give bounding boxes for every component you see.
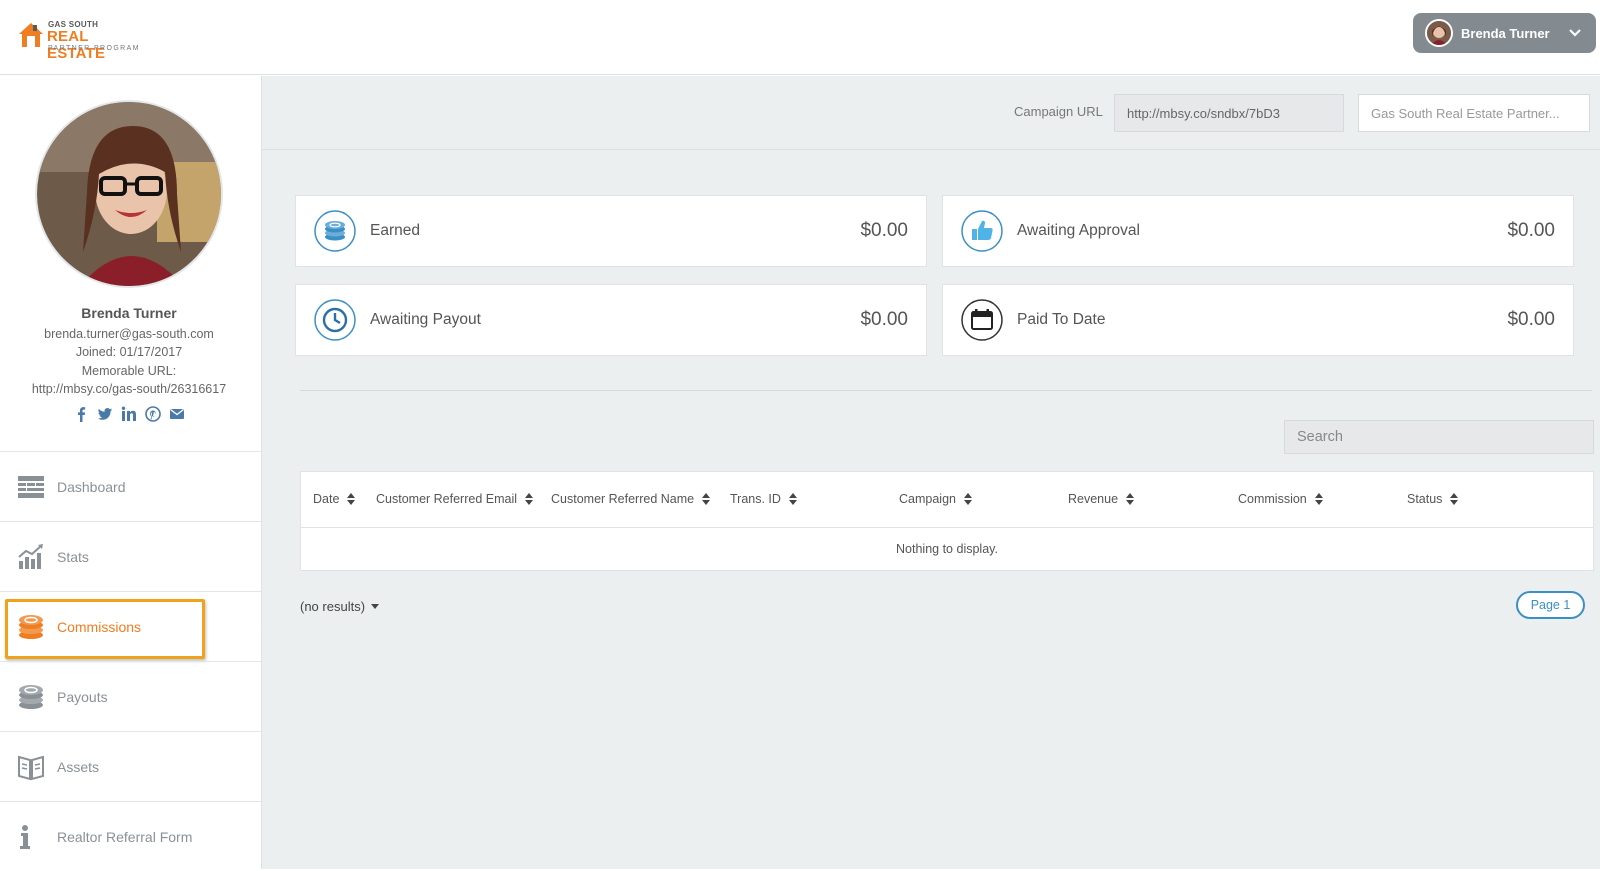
card-value: $0.00 (1507, 220, 1555, 241)
table-header: Date Customer Referred Email Customer Re… (301, 472, 1593, 528)
sort-icon (1450, 493, 1459, 505)
column-header-trans-id[interactable]: Trans. ID (730, 492, 797, 506)
profile-name: Brenda Turner (81, 305, 177, 321)
column-header-commission[interactable]: Commission (1238, 492, 1323, 506)
stats-icon (18, 543, 43, 569)
campaign-url-label: Campaign URL (1014, 104, 1103, 119)
sidebar-item-assets[interactable]: Assets (0, 731, 261, 801)
profile-avatar (35, 100, 223, 288)
awaiting-payout-card: Awaiting Payout $0.00 (295, 284, 927, 356)
commissions-table: Date Customer Referred Email Customer Re… (300, 471, 1594, 571)
twitter-icon[interactable] (97, 406, 113, 422)
table-empty-message: Nothing to display. (896, 542, 998, 556)
results-label: (no results) (300, 599, 366, 614)
paid-to-date-card: Paid To Date $0.00 (942, 284, 1574, 356)
calendar-icon (961, 299, 1003, 341)
sidebar: Brenda Turner brenda.turner@gas-south.co… (0, 76, 274, 871)
profile-memorable-label: Memorable URL: (81, 364, 177, 378)
card-value: $0.00 (860, 220, 908, 241)
column-header-customer-email[interactable]: Customer Referred Email (376, 492, 534, 506)
house-logo-icon (19, 23, 43, 47)
clock-icon (314, 299, 356, 341)
sidebar-item-realtor-referral-form[interactable]: Realtor Referral Form (0, 801, 261, 871)
awaiting-approval-card: Awaiting Approval $0.00 (942, 195, 1574, 267)
card-label: Awaiting Approval (1017, 222, 1140, 239)
campaign-url-field[interactable]: http://mbsy.co/sndbx/7bD3 (1114, 94, 1344, 132)
chevron-down-icon (1569, 29, 1581, 37)
campaign-url-bar: Campaign URL http://mbsy.co/sndbx/7bD3 G… (262, 76, 1600, 150)
sort-icon (347, 493, 356, 505)
column-header-status[interactable]: Status (1407, 492, 1459, 506)
earned-card: Earned $0.00 (295, 195, 927, 267)
info-icon (20, 824, 30, 849)
sidebar-item-label: Stats (57, 548, 89, 565)
sidebar-item-label: Commissions (57, 618, 142, 635)
sidebar-item-label: Realtor Referral Form (57, 828, 193, 845)
social-links (0, 406, 258, 422)
pinterest-icon[interactable] (145, 406, 161, 422)
gas-south-logo[interactable]: GAS SOUTH REAL ESTATE PARTNER PROGRAM (16, 14, 141, 62)
sort-icon (702, 493, 711, 505)
payouts-icon (19, 684, 43, 709)
page-button[interactable]: Page 1 (1516, 591, 1585, 619)
sidebar-item-dashboard[interactable]: Dashboard (0, 451, 261, 521)
coins-icon (314, 210, 356, 252)
column-header-revenue[interactable]: Revenue (1068, 492, 1135, 506)
linkedin-icon[interactable] (121, 406, 137, 422)
user-avatar (1425, 19, 1453, 47)
assets-icon (18, 755, 44, 780)
dashboard-icon (18, 475, 44, 498)
commissions-icon (19, 614, 43, 639)
sidebar-item-commissions[interactable]: Commissions (0, 591, 274, 661)
search-input[interactable]: Search (1284, 420, 1594, 454)
card-value: $0.00 (1507, 309, 1555, 330)
sort-icon (1314, 493, 1323, 505)
sidebar-item-label: Payouts (57, 688, 108, 705)
caret-down-icon (371, 604, 380, 609)
sort-icon (525, 493, 534, 505)
sort-icon (788, 493, 797, 505)
sidebar-item-label: Assets (57, 758, 100, 775)
facebook-icon[interactable] (73, 406, 89, 422)
user-menu-button[interactable]: Brenda Turner (1413, 13, 1596, 53)
campaign-select[interactable]: Gas South Real Estate Partner... (1358, 94, 1590, 132)
profile-email: brenda.turner@gas-south.com (44, 327, 214, 341)
sidebar-item-stats[interactable]: Stats (0, 521, 261, 591)
sort-icon (963, 493, 972, 505)
top-bar: GAS SOUTH REAL ESTATE PARTNER PROGRAM Br… (0, 0, 1600, 75)
card-label: Paid To Date (1017, 311, 1106, 328)
thumbs-up-icon (961, 210, 1003, 252)
results-per-page-dropdown[interactable]: (no results) (300, 599, 380, 614)
column-header-customer-name[interactable]: Customer Referred Name (551, 492, 711, 506)
user-menu-name: Brenda Turner (1461, 25, 1550, 41)
column-header-campaign[interactable]: Campaign (899, 492, 972, 506)
card-value: $0.00 (860, 309, 908, 330)
profile-joined: Joined: 01/17/2017 (75, 345, 183, 359)
column-header-date[interactable]: Date (313, 492, 356, 506)
email-icon[interactable] (169, 406, 185, 422)
sidebar-item-label: Dashboard (57, 478, 126, 495)
sidebar-item-payouts[interactable]: Payouts (0, 661, 261, 731)
sidebar-nav: Dashboard Stats Commissions Payouts Asse… (0, 451, 274, 871)
sort-icon (1126, 493, 1135, 505)
main-content: Campaign URL http://mbsy.co/sndbx/7bD3 G… (262, 76, 1600, 869)
card-label: Awaiting Payout (370, 311, 481, 328)
profile-memorable-url[interactable]: http://mbsy.co/gas-south/26316617 (0, 382, 258, 396)
card-label: Earned (370, 222, 420, 239)
logo-text-partner-program: PARTNER PROGRAM (48, 45, 140, 52)
section-divider (300, 390, 1592, 391)
